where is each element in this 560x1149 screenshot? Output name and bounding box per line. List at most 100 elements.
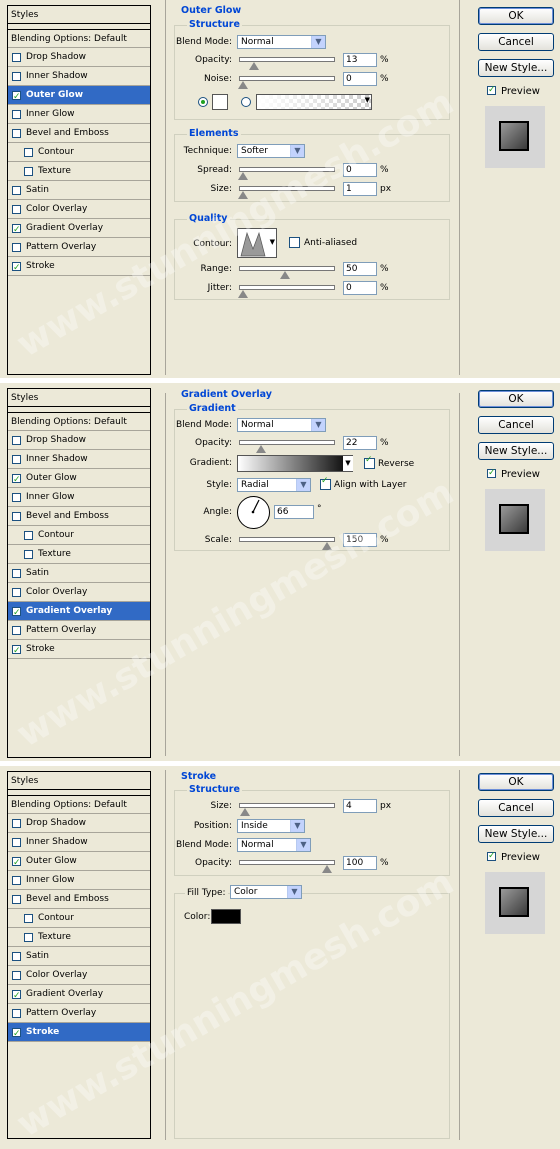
- style-checkbox[interactable]: [24, 933, 33, 942]
- style-checkbox[interactable]: [12, 436, 21, 445]
- glow-color-swatch[interactable]: [212, 94, 228, 110]
- style-checkbox[interactable]: [12, 471, 21, 490]
- glow-color-radio[interactable]: [198, 97, 208, 107]
- slider-thumb[interactable]: [238, 191, 248, 199]
- sidebar-item-satin[interactable]: Satin: [8, 564, 150, 583]
- slider-thumb[interactable]: [239, 808, 250, 816]
- reverse-checkbox[interactable]: [364, 455, 375, 469]
- style-checkbox[interactable]: [12, 512, 21, 521]
- anti-aliased-checkbox[interactable]: [289, 237, 300, 248]
- preview-checkbox[interactable]: [487, 466, 496, 480]
- preview-checkbox[interactable]: [487, 83, 496, 97]
- style-checkbox[interactable]: [12, 819, 21, 828]
- sidebar-item-stroke[interactable]: Stroke: [8, 1023, 150, 1044]
- style-checkbox[interactable]: [24, 550, 33, 559]
- sidebar-item-contour[interactable]: Contour: [8, 909, 150, 928]
- sidebar-item-pattern-overlay[interactable]: Pattern Overlay: [8, 1004, 150, 1023]
- style-checkbox[interactable]: [12, 854, 21, 873]
- sidebar-item-drop-shadow[interactable]: Drop Shadow: [8, 431, 150, 450]
- size-slider[interactable]: [239, 803, 335, 816]
- sidebar-item-drop-shadow[interactable]: Drop Shadow: [8, 814, 150, 833]
- sidebar-item-color-overlay[interactable]: Color Overlay: [8, 966, 150, 985]
- opacity-slider[interactable]: [239, 860, 335, 873]
- style-checkbox[interactable]: [12, 205, 21, 214]
- style-checkbox[interactable]: [12, 186, 21, 195]
- sidebar-item-blending-options[interactable]: Blending Options: Default: [8, 795, 150, 814]
- sidebar-item-bevel-and-emboss[interactable]: Bevel and Emboss: [8, 890, 150, 909]
- technique-select[interactable]: Softer ▼: [237, 144, 305, 158]
- ok-button[interactable]: OK: [478, 7, 554, 25]
- glow-gradient-swatch[interactable]: ▼: [256, 94, 372, 110]
- style-checkbox[interactable]: [12, 110, 21, 119]
- size-field[interactable]: 4: [343, 799, 377, 813]
- scale-field[interactable]: 150: [343, 533, 377, 547]
- style-checkbox[interactable]: [24, 531, 33, 540]
- style-checkbox[interactable]: [24, 148, 33, 157]
- range-slider[interactable]: [239, 266, 335, 279]
- opacity-slider[interactable]: [239, 440, 335, 453]
- sidebar-item-inner-glow[interactable]: Inner Glow: [8, 105, 150, 124]
- jitter-field[interactable]: 0: [343, 281, 377, 295]
- slider-thumb[interactable]: [322, 542, 332, 550]
- sidebar-item-satin[interactable]: Satin: [8, 947, 150, 966]
- cancel-button[interactable]: Cancel: [478, 33, 554, 51]
- new-style-button[interactable]: New Style...: [478, 442, 554, 460]
- sidebar-item-blending-options[interactable]: Blending Options: Default: [8, 412, 150, 431]
- sidebar-item-contour[interactable]: Contour: [8, 143, 150, 162]
- new-style-button[interactable]: New Style...: [478, 59, 554, 77]
- slider-thumb[interactable]: [238, 81, 248, 89]
- position-select[interactable]: Inside ▼: [237, 819, 305, 833]
- style-checkbox[interactable]: [12, 455, 21, 464]
- size-field[interactable]: 1: [343, 182, 377, 196]
- sidebar-item-satin[interactable]: Satin: [8, 181, 150, 200]
- style-checkbox[interactable]: [12, 838, 21, 847]
- noise-field[interactable]: 0: [343, 72, 377, 86]
- style-checkbox[interactable]: [24, 167, 33, 176]
- style-checkbox[interactable]: [12, 1025, 21, 1044]
- slider-thumb[interactable]: [238, 290, 248, 298]
- sidebar-item-contour[interactable]: Contour: [8, 526, 150, 545]
- sidebar-item-inner-glow[interactable]: Inner Glow: [8, 488, 150, 507]
- style-checkbox[interactable]: [12, 493, 21, 502]
- stroke-color-swatch[interactable]: [211, 909, 241, 924]
- sidebar-item-texture[interactable]: Texture: [8, 162, 150, 181]
- sidebar-item-outer-glow[interactable]: Outer Glow: [8, 852, 150, 873]
- sidebar-item-gradient-overlay[interactable]: Gradient Overlay: [8, 602, 150, 623]
- sidebar-item-gradient-overlay[interactable]: Gradient Overlay: [8, 219, 150, 240]
- slider-thumb[interactable]: [248, 62, 259, 70]
- sidebar-item-bevel-and-emboss[interactable]: Bevel and Emboss: [8, 507, 150, 526]
- sidebar-item-stroke[interactable]: Stroke: [8, 640, 150, 661]
- sidebar-item-pattern-overlay[interactable]: Pattern Overlay: [8, 621, 150, 640]
- range-field[interactable]: 50: [343, 262, 377, 276]
- scale-slider[interactable]: [239, 537, 335, 550]
- style-select[interactable]: Radial ▼: [237, 478, 311, 492]
- preview-checkbox[interactable]: [487, 849, 496, 863]
- style-checkbox[interactable]: [12, 569, 21, 578]
- sidebar-item-color-overlay[interactable]: Color Overlay: [8, 583, 150, 602]
- align-with-layer-checkbox[interactable]: [320, 476, 331, 490]
- style-checkbox[interactable]: [12, 604, 21, 623]
- sidebar-item-inner-shadow[interactable]: Inner Shadow: [8, 833, 150, 852]
- sidebar-item-inner-glow[interactable]: Inner Glow: [8, 871, 150, 890]
- slider-thumb[interactable]: [238, 172, 248, 180]
- sidebar-item-blending-options[interactable]: Blending Options: Default: [8, 29, 150, 48]
- new-style-button[interactable]: New Style...: [478, 825, 554, 843]
- gradient-swatch[interactable]: ▼: [237, 455, 353, 472]
- spread-slider[interactable]: [238, 167, 335, 180]
- fill-type-select[interactable]: Color ▼: [230, 885, 302, 899]
- sidebar-item-stroke[interactable]: Stroke: [8, 257, 150, 278]
- sidebar-item-inner-shadow[interactable]: Inner Shadow: [8, 450, 150, 469]
- sidebar-item-texture[interactable]: Texture: [8, 928, 150, 947]
- style-checkbox[interactable]: [12, 221, 21, 240]
- style-checkbox[interactable]: [12, 987, 21, 1006]
- sidebar-item-bevel-and-emboss[interactable]: Bevel and Emboss: [8, 124, 150, 143]
- spread-field[interactable]: 0: [343, 163, 377, 177]
- sidebar-item-texture[interactable]: Texture: [8, 545, 150, 564]
- sidebar-item-gradient-overlay[interactable]: Gradient Overlay: [8, 985, 150, 1006]
- contour-picker[interactable]: ▼: [237, 228, 277, 258]
- opacity-field[interactable]: 13: [343, 53, 377, 67]
- style-checkbox[interactable]: [12, 952, 21, 961]
- jitter-slider[interactable]: [238, 285, 335, 298]
- cancel-button[interactable]: Cancel: [478, 799, 554, 817]
- sidebar-item-inner-shadow[interactable]: Inner Shadow: [8, 67, 150, 86]
